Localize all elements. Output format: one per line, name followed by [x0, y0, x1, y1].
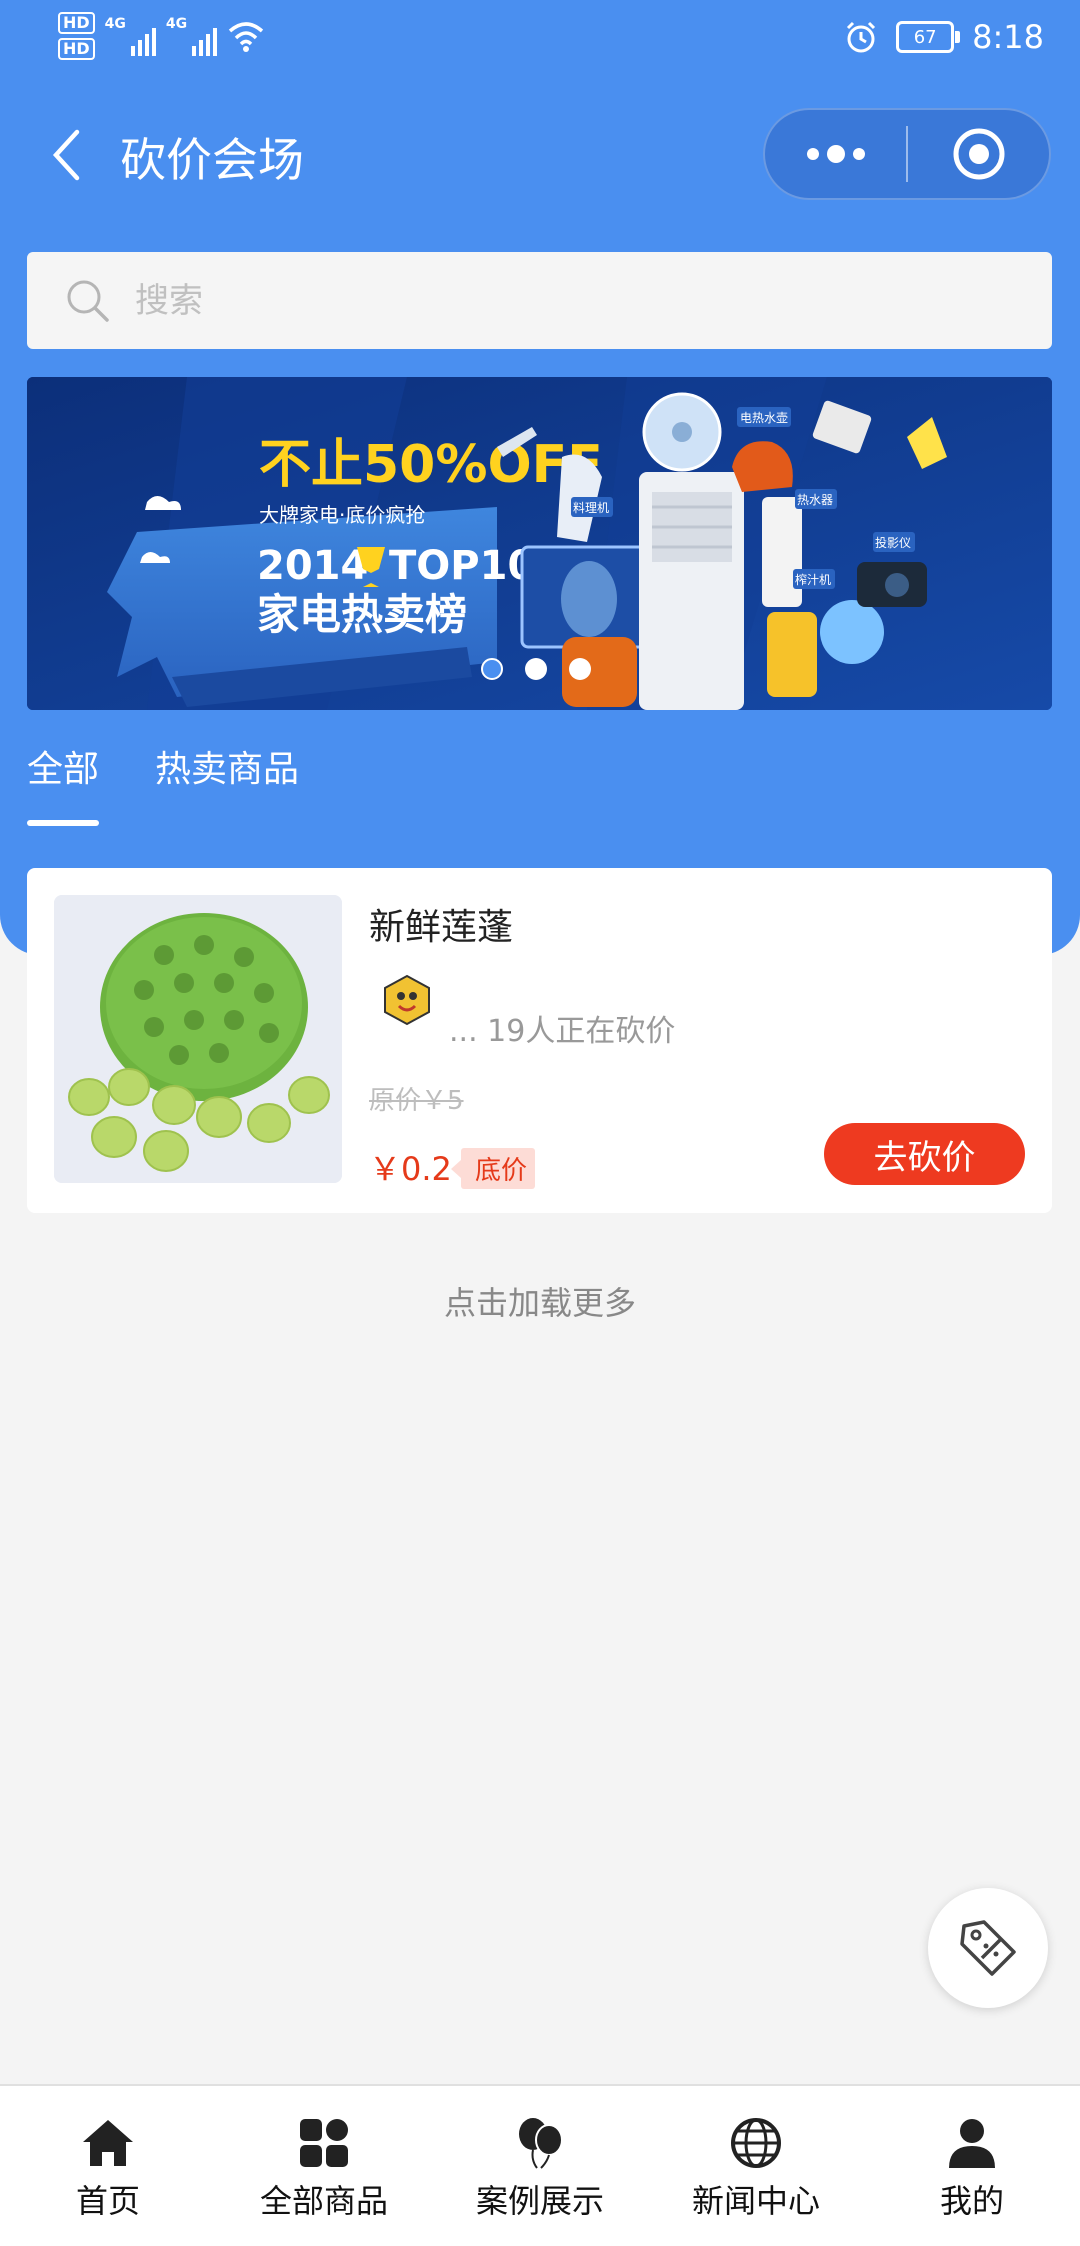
tab-hot-products[interactable]: 热卖商品: [155, 740, 299, 826]
network-label-2: 4G: [165, 16, 188, 32]
battery-icon: 67: [896, 21, 961, 53]
search-bar[interactable]: [27, 252, 1052, 349]
banner-label-kettle: 电热水壶: [740, 410, 788, 425]
lotus-seedpod-image: [54, 895, 342, 1183]
user-icon: [949, 2119, 995, 2168]
tabbar-label-mine: 我的: [939, 2182, 1004, 2220]
chevron-left-icon: [52, 129, 80, 181]
load-more-link[interactable]: 点击加载更多: [0, 1278, 1080, 1324]
hd-badge-1: HD: [58, 12, 95, 34]
bargain-button[interactable]: 去砍价: [824, 1123, 1025, 1185]
banner-top: TOP10: [389, 543, 535, 589]
banner-caption: 家电热卖榜: [257, 590, 467, 639]
hd-indicators: HD HD: [58, 12, 95, 60]
carousel-dot-2[interactable]: [525, 658, 547, 680]
more-dots-icon: [806, 145, 865, 163]
alarm-icon: [847, 21, 876, 53]
tabbar-label-home: 首页: [75, 2182, 140, 2220]
tabbar-item-home[interactable]: 首页: [0, 2086, 216, 2246]
tag-discount-icon: [960, 1920, 1016, 1976]
clock: 8:18: [972, 18, 1044, 56]
tabbar-label-all-products: 全部商品: [259, 2182, 388, 2220]
promo-banner[interactable]: 不止50%OFF 大牌家电·底价疯抢 2014 TOP10 家电热卖榜 电热水壶…: [27, 377, 1052, 710]
signal-icon-1: 4G: [105, 16, 156, 56]
banner-label-heater: 热水器: [797, 493, 833, 507]
carousel-dot-3[interactable]: [569, 658, 591, 680]
tabbar-item-mine[interactable]: 我的: [864, 2086, 1080, 2246]
product-card[interactable]: 新鲜莲蓬 ... 19人正在砍价 原价￥5 ￥0.2 底价 去砍价: [27, 868, 1052, 1213]
status-left: HD HD 4G 4G: [58, 12, 265, 60]
status-bar: HD HD 4G 4G 67 8:18: [0, 0, 1080, 80]
tabbar-item-all-products[interactable]: 全部商品: [216, 2086, 432, 2246]
tabbar-item-news[interactable]: 新闻中心: [648, 2086, 864, 2246]
tabbar-label-news: 新闻中心: [691, 2182, 820, 2220]
product-image[interactable]: [54, 895, 342, 1183]
original-price: 原价￥5: [369, 1086, 464, 1116]
banner-label-juicer: 榨汁机: [795, 572, 831, 587]
status-right: 67 8:18: [844, 18, 1044, 56]
grid-icon: [300, 2119, 348, 2167]
home-icon: [83, 2120, 133, 2166]
battery-level: 67: [913, 26, 937, 48]
more-button[interactable]: [765, 110, 906, 198]
page-title: 砍价会场: [120, 133, 304, 187]
current-price: ￥0.2: [369, 1150, 452, 1188]
network-label-1: 4G: [104, 16, 126, 32]
bargain-count: ... 19人正在砍价: [449, 1014, 676, 1049]
tabbar-label-cases: 案例展示: [475, 2182, 604, 2220]
search-input[interactable]: [133, 279, 997, 322]
globe-icon: [731, 2118, 781, 2168]
banner-label-projector: 投影仪: [875, 535, 911, 550]
banner-label-blender: 料理机: [573, 501, 609, 515]
balloons-icon: [519, 2118, 563, 2169]
hd-badge-2: HD: [58, 38, 95, 60]
banner-subline: 大牌家电·底价疯抢: [259, 503, 425, 527]
navigation-bar: 砍价会场: [0, 100, 1080, 210]
search-icon: [67, 280, 109, 322]
category-tabs: 全部 热卖商品: [27, 740, 299, 826]
bottom-tab-bar: 首页 全部商品 案例展示 新闻中心 我的: [0, 2084, 1080, 2246]
coupon-fab-button[interactable]: [928, 1888, 1048, 2008]
carousel-indicators: [481, 658, 591, 680]
close-miniprogram-button[interactable]: [908, 110, 1049, 198]
wifi-icon: [228, 22, 264, 52]
tab-all[interactable]: 全部: [27, 740, 100, 826]
banner-year: 2014: [257, 543, 368, 589]
miniprogram-capsule: [763, 108, 1051, 200]
banner-headline: 不止50%OFF: [259, 435, 603, 495]
signal-icon-2: 4G: [165, 16, 218, 56]
tabbar-item-cases[interactable]: 案例展示: [432, 2086, 648, 2246]
product-name: 新鲜莲蓬: [369, 907, 514, 948]
floor-price-badge: 底价: [450, 1148, 536, 1189]
carousel-dot-1[interactable]: [481, 658, 503, 680]
bargainer-avatar: [377, 972, 437, 1032]
back-button[interactable]: [36, 120, 96, 190]
target-circle-icon: [953, 128, 1004, 180]
